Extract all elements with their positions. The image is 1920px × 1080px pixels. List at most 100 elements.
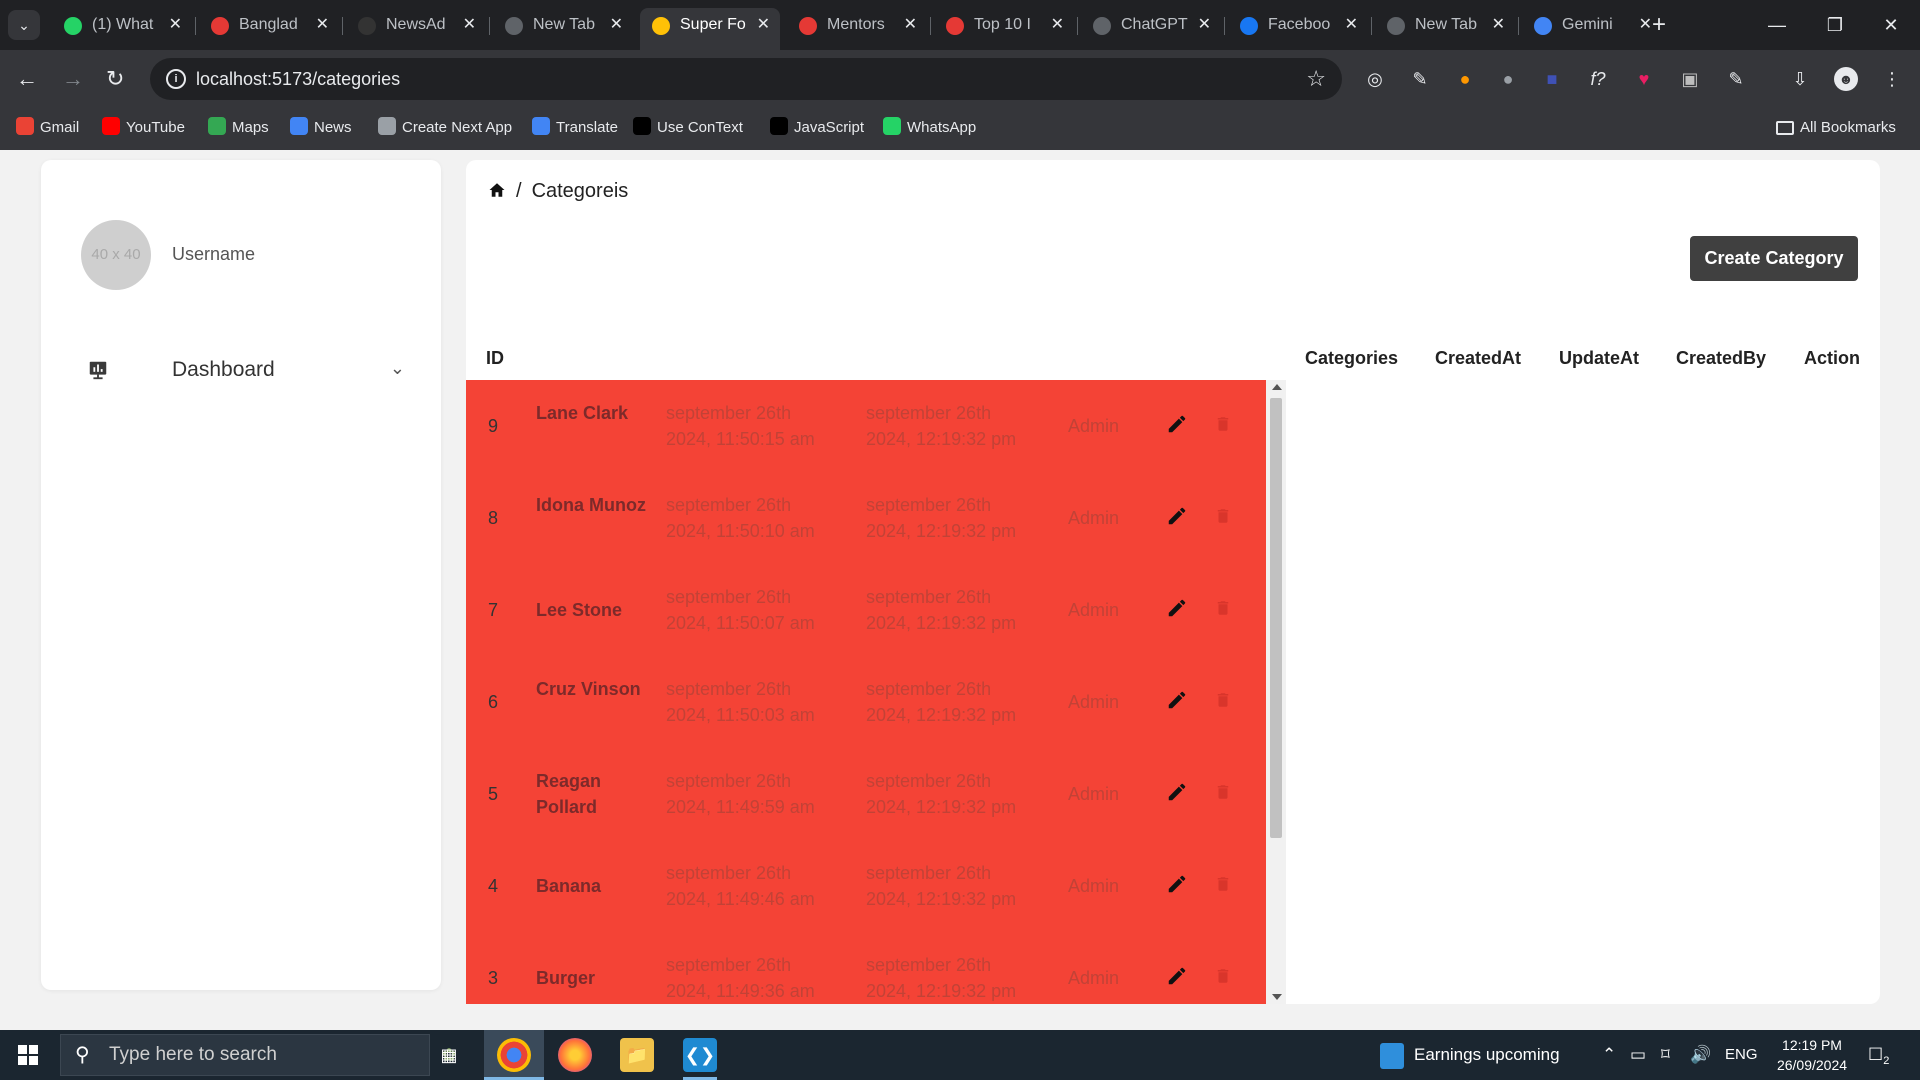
windows-start-icon[interactable] [18, 1045, 38, 1065]
tray-chevron-icon[interactable]: ⌃ [1602, 1030, 1616, 1080]
tab-close-icon[interactable]: ✕ [169, 8, 182, 42]
tab-close-icon[interactable]: ✕ [757, 8, 770, 42]
file-explorer-icon[interactable]: 📁 [620, 1038, 654, 1072]
table-scrollbar[interactable] [1266, 380, 1286, 1004]
tab-close-icon[interactable]: ✕ [1492, 8, 1505, 42]
bookmark-item[interactable]: News [290, 117, 352, 139]
volume-icon[interactable]: 🔊 [1690, 1030, 1711, 1080]
mouse-extension-icon[interactable]: ● [1496, 67, 1520, 91]
tab-close-icon[interactable]: ✕ [1639, 8, 1652, 42]
bookmark-label: Use ConText [657, 119, 743, 136]
color-picker-extension-icon[interactable]: ✎ [1408, 67, 1432, 91]
bookmark-item[interactable]: Gmail [16, 117, 79, 139]
bookmark-item[interactable]: WhatsApp [883, 117, 976, 139]
tab-search-button[interactable]: ⌄ [8, 10, 40, 40]
bookmark-item[interactable]: Translate [532, 117, 618, 139]
browser-tab[interactable]: (1) What ✕ [52, 8, 192, 42]
url-text[interactable]: localhost:5173/categories [196, 69, 400, 90]
sidebar-item-dashboard[interactable]: Dashboard ⌄ [87, 350, 405, 390]
address-bar[interactable]: i localhost:5173/categories ☆ [150, 58, 1342, 100]
extension-icon[interactable]: ■ [1540, 67, 1564, 91]
extension-icon[interactable]: ▣ [1678, 67, 1702, 91]
tab-close-icon[interactable]: ✕ [610, 8, 623, 42]
extension-icon[interactable]: ● [1453, 67, 1477, 91]
scroll-down-arrow-icon[interactable] [1272, 994, 1282, 1000]
wifi-icon[interactable]: ⌑ [1661, 1030, 1670, 1080]
newsad-icon [358, 17, 376, 35]
language-indicator[interactable]: ENG [1725, 1030, 1758, 1080]
bookmark-item[interactable]: YouTube [102, 117, 185, 139]
delete-trash-icon[interactable] [1214, 966, 1232, 986]
firefox-taskbar-icon[interactable] [558, 1038, 592, 1072]
browser-tab[interactable]: Faceboo ✕ [1228, 8, 1368, 42]
delete-trash-icon[interactable] [1214, 506, 1232, 526]
taskbar-search-placeholder: Type here to search [109, 1044, 277, 1065]
chevron-down-icon[interactable]: ⌄ [390, 358, 405, 379]
new-tab-button[interactable]: + [1652, 10, 1666, 40]
delete-trash-icon[interactable] [1214, 690, 1232, 710]
browser-tab[interactable]: NewsAd ✕ [346, 8, 486, 42]
forward-button[interactable]: → [62, 65, 84, 93]
all-bookmarks-button[interactable]: All Bookmarks [1776, 117, 1896, 139]
delete-trash-icon[interactable] [1214, 782, 1232, 802]
browser-tab[interactable]: Banglad ✕ [199, 8, 339, 42]
browser-tab[interactable]: Top 10 I ✕ [934, 8, 1074, 42]
bookmark-item[interactable]: Use ConText [633, 117, 743, 139]
tab-close-icon[interactable]: ✕ [904, 8, 917, 42]
reload-button[interactable]: ↻ [106, 65, 124, 93]
site-info-icon[interactable]: i [166, 69, 186, 89]
weather-widget[interactable]: Earnings upcoming [1380, 1030, 1560, 1080]
tab-close-icon[interactable]: ✕ [1345, 8, 1358, 42]
profile-avatar[interactable]: ☻ [1834, 67, 1858, 91]
bookmark-item[interactable]: Maps [208, 117, 269, 139]
table-body-scroll[interactable]: 9 Lane Clark september 26th 2024, 11:50:15… [466, 380, 1266, 1004]
close-window-button[interactable]: ✕ [1862, 0, 1920, 50]
browser-tab[interactable]: Gemini ✕ [1522, 8, 1662, 42]
browser-tab[interactable]: Mentors ✕ [787, 8, 927, 42]
browser-tab[interactable]: ChatGPT ✕ [1081, 8, 1221, 42]
breadcrumb-separator: / [516, 180, 522, 202]
compass-extension-icon[interactable]: ◎ [1363, 67, 1387, 91]
javascript-icon [770, 117, 788, 135]
bookmark-item[interactable]: JavaScript [770, 117, 864, 139]
bookmark-star-icon[interactable]: ☆ [1306, 66, 1326, 92]
menu-kebab-icon[interactable]: ⋮ [1880, 67, 1904, 91]
tab-close-icon[interactable]: ✕ [1198, 8, 1211, 42]
browser-tab[interactable]: Super Fo ✕ [640, 8, 780, 50]
download-icon[interactable]: ⇩ [1788, 67, 1812, 91]
cell-created-at: september 26th 2024, 11:50:07 am [666, 587, 815, 633]
edit-pencil-icon[interactable] [1166, 689, 1188, 711]
tab-close-icon[interactable]: ✕ [316, 8, 329, 42]
home-icon[interactable] [488, 181, 506, 199]
tab-close-icon[interactable]: ✕ [463, 8, 476, 42]
delete-trash-icon[interactable] [1214, 874, 1232, 894]
browser-tab[interactable]: New Tab ✕ [1375, 8, 1515, 42]
bookmark-item[interactable]: Create Next App [378, 117, 512, 139]
notification-center[interactable]: ☐2 [1868, 1030, 1889, 1080]
task-view-icon[interactable]: ▦ [432, 1038, 466, 1072]
chrome-taskbar-icon[interactable] [497, 1038, 531, 1072]
taskbar-clock[interactable]: 12:19 PM 26/09/2024 [1762, 1035, 1862, 1075]
edit-pencil-icon[interactable] [1166, 597, 1188, 619]
scrollbar-thumb[interactable] [1270, 398, 1282, 838]
browser-tab[interactable]: New Tab ✕ [493, 8, 633, 42]
back-button[interactable]: ← [16, 65, 38, 93]
create-category-button[interactable]: Create Category [1690, 236, 1858, 281]
edit-pencil-icon[interactable] [1166, 781, 1188, 803]
minimize-button[interactable]: — [1748, 0, 1806, 50]
tab-close-icon[interactable]: ✕ [1051, 8, 1064, 42]
vscode-taskbar-icon[interactable]: ❮❯ [683, 1038, 717, 1072]
font-extension-icon[interactable]: f? [1586, 67, 1610, 91]
edit-pencil-icon[interactable] [1166, 873, 1188, 895]
delete-trash-icon[interactable] [1214, 598, 1232, 618]
taskbar-search-box[interactable]: ⚲ Type here to search [60, 1034, 430, 1076]
edit-pencil-icon[interactable] [1166, 965, 1188, 987]
edit-pencil-icon[interactable] [1166, 413, 1188, 435]
scroll-up-arrow-icon[interactable] [1272, 384, 1282, 390]
extension-icon[interactable]: ♥ [1632, 67, 1656, 91]
edit-pencil-icon[interactable] [1166, 505, 1188, 527]
battery-icon[interactable]: ▭ [1630, 1030, 1646, 1080]
delete-trash-icon[interactable] [1214, 414, 1232, 434]
puzzle-extensions-icon[interactable]: ✎ [1724, 67, 1748, 91]
restore-button[interactable]: ❐ [1806, 0, 1864, 50]
